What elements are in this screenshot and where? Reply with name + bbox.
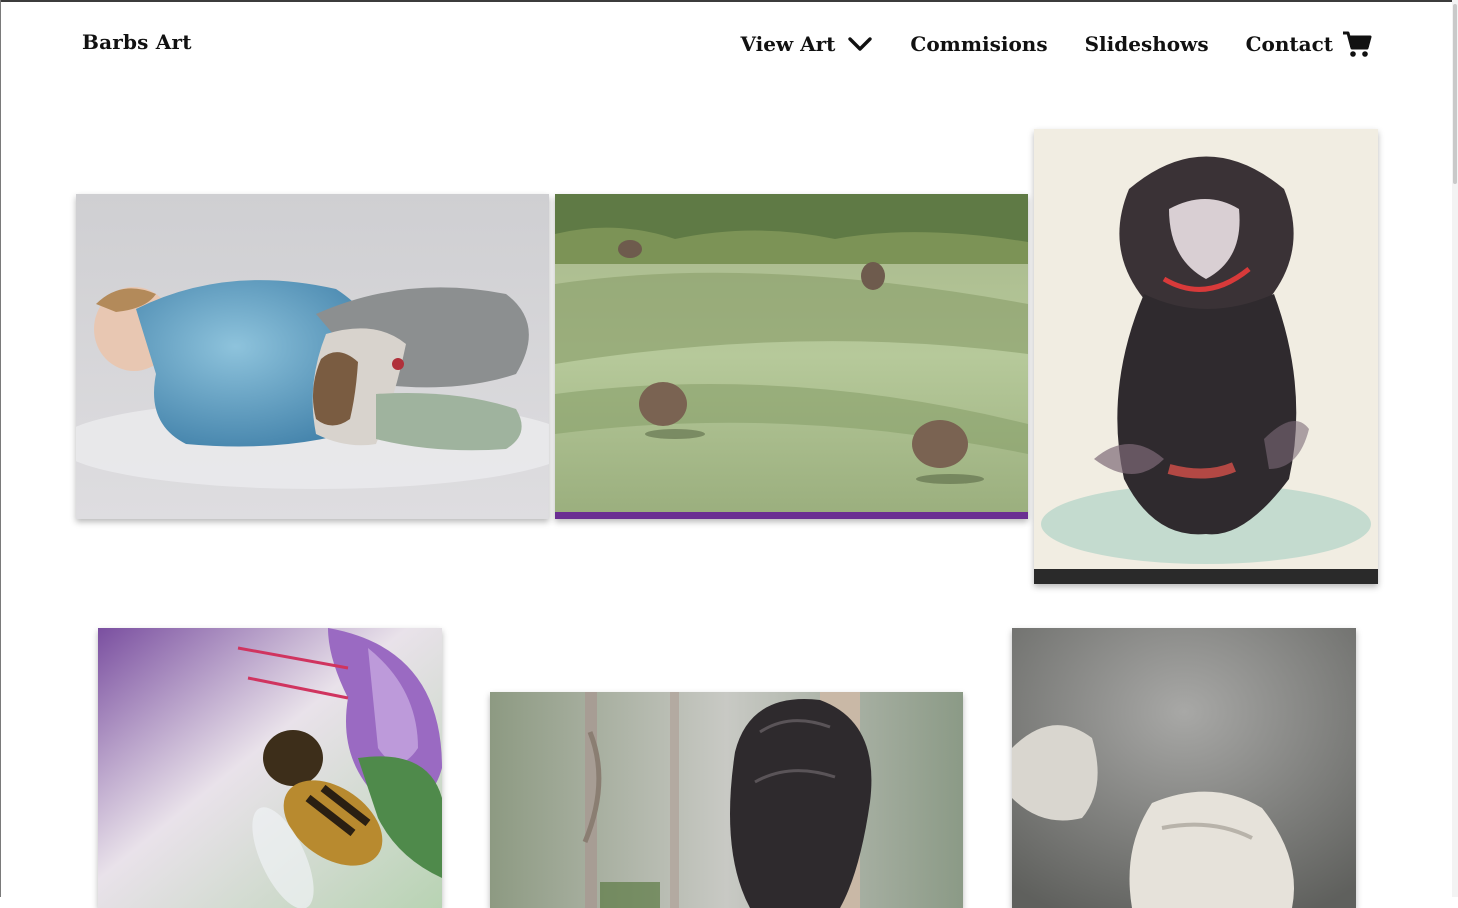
nav-commisions-label: Commisions [910, 32, 1048, 56]
nav-contact[interactable]: Contact [1246, 32, 1333, 56]
artwork-highland-cattle[interactable] [555, 194, 1028, 519]
scrollbar-thumb[interactable] [1453, 4, 1457, 184]
nav-slideshows[interactable]: Slideshows [1085, 32, 1209, 56]
artwork-boy-greyhound-image [76, 194, 549, 519]
chevron-down-icon [848, 37, 873, 51]
artwork-black-poodle-image [1034, 129, 1378, 584]
site-header: Barbs Art View Art Commisions Slideshows… [0, 0, 1450, 90]
artwork-boy-greyhound[interactable] [76, 194, 549, 519]
artwork-white-puppy-image [1012, 628, 1356, 908]
nav-view-art-label: View Art [740, 32, 836, 56]
artwork-girl-dark-hair-image [490, 692, 963, 908]
nav-contact-label: Contact [1245, 32, 1333, 56]
main-nav: View Art Commisions Slideshows Contact [740, 28, 1372, 60]
artwork-white-puppy[interactable] [1012, 628, 1356, 908]
site-brand[interactable]: Barbs Art [82, 30, 192, 54]
artwork-highland-cattle-image [555, 194, 1028, 519]
nav-slideshows-label: Slideshows [1084, 32, 1209, 56]
artwork-girl-dark-hair[interactable] [490, 692, 963, 908]
nav-view-art[interactable]: View Art [740, 32, 873, 56]
window-left-border [0, 0, 1, 897]
artwork-black-poodle[interactable] [1034, 129, 1378, 584]
artwork-honeybee-image [98, 628, 442, 908]
artwork-honeybee[interactable] [98, 628, 442, 908]
shopping-cart-icon[interactable] [1342, 30, 1372, 58]
scrollbar[interactable] [1452, 0, 1458, 897]
nav-commisions[interactable]: Commisions [910, 32, 1047, 56]
